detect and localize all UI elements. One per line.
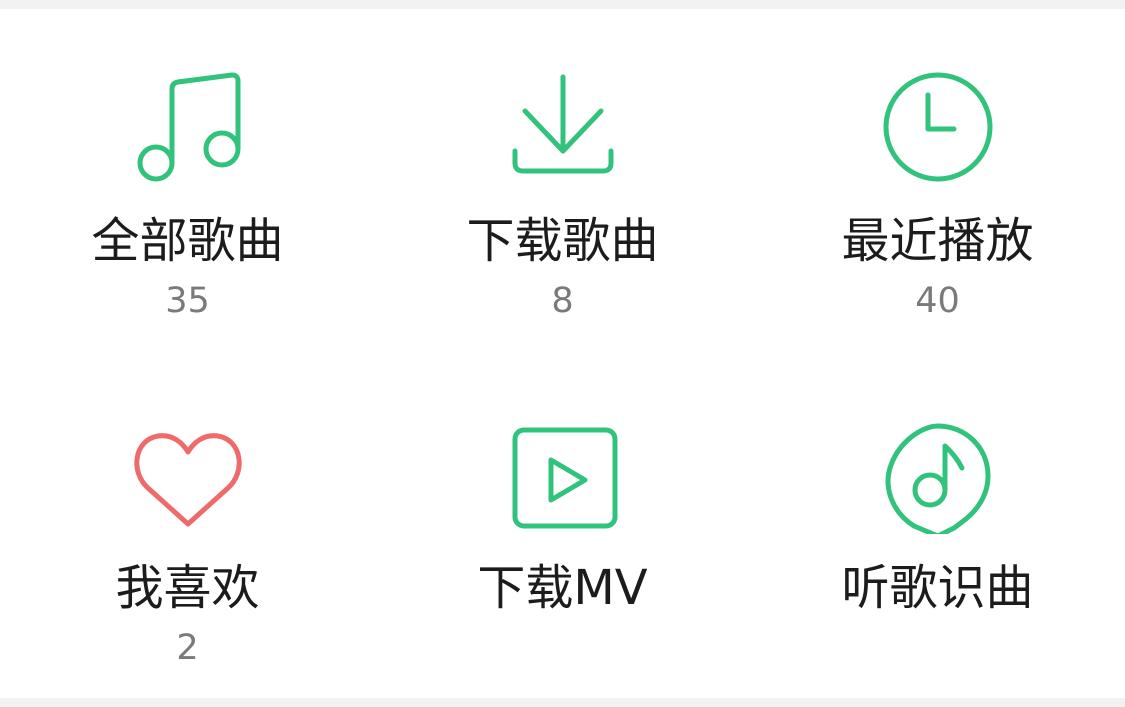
tile-label: 下载MV	[477, 560, 648, 616]
song-recognition-icon	[878, 414, 998, 534]
tile-label: 全部歌曲	[91, 213, 284, 269]
tile-label: 听歌识曲	[841, 560, 1034, 616]
music-note-icon	[128, 67, 248, 187]
tile-label: 我喜欢	[115, 560, 260, 616]
tile-all-songs[interactable]: 全部歌曲 35	[0, 9, 375, 349]
tile-downloaded-mv[interactable]: 下载MV	[375, 356, 750, 696]
clock-icon	[878, 67, 998, 187]
tile-count: 35	[165, 281, 210, 321]
tile-label: 最近播放	[841, 213, 1034, 269]
tile-downloaded-songs[interactable]: 下载歌曲 8	[375, 9, 750, 349]
play-video-icon	[503, 414, 623, 534]
tile-song-recognition[interactable]: 听歌识曲	[750, 356, 1125, 696]
library-panel: 全部歌曲 35 下载歌曲 8 最近播放 40 我喜欢 2 下载MV 听歌识曲	[0, 9, 1125, 698]
tile-count: 8	[551, 281, 574, 321]
tile-label: 下载歌曲	[466, 213, 659, 269]
download-icon	[503, 67, 623, 187]
tile-favorites[interactable]: 我喜欢 2	[0, 356, 375, 696]
tile-count: 40	[915, 281, 960, 321]
tile-count: 2	[176, 628, 199, 668]
tile-recently-played[interactable]: 最近播放 40	[750, 9, 1125, 349]
heart-icon	[128, 414, 248, 534]
